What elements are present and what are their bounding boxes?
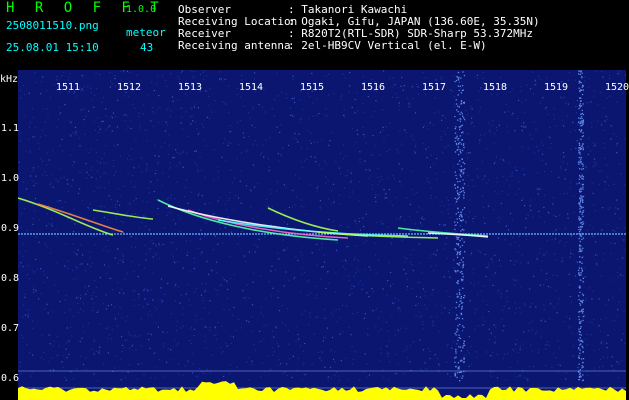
x-tick-label: 1512 [117,82,142,93]
x-tick-label: 1520 [605,82,629,93]
app-version: 1.0.0 [126,4,157,15]
x-tick-label: 1511 [56,82,81,93]
detection-count: 43 [140,41,154,54]
y-tick-label: 0.9 [1,223,20,234]
spectrogram-canvas [17,70,627,400]
capture-datetime: 25.08.01 15:10 [6,41,99,54]
detection-label: meteor [126,26,166,39]
x-axis-labels: 1511 1512 1513 1514 1515 1516 1517 1518 1519 1520 [18,82,629,94]
x-tick-label: 1513 [178,82,203,93]
y-tick-label: 1.0 [1,173,20,184]
y-tick-label: 0.7 [1,323,20,334]
x-tick-label: 1514 [239,82,264,93]
spectrogram-plot [17,70,627,400]
y-tick-label: 0.8 [1,273,20,284]
x-tick-label: 1518 [483,82,508,93]
y-tick-label: 1.1 [1,123,20,134]
x-tick-label: 1517 [422,82,447,93]
x-tick-label: 1515 [300,82,325,93]
unit-label: kHz [0,74,19,85]
spectrogram-screen: H R O F F T 1.0.0 2508011510.png meteor … [0,0,629,400]
x-tick-label: 1519 [544,82,569,93]
image-filename: 2508011510.png [6,19,99,32]
meta-row-antenna: Receiving antenna: 2el-HB9CV Vertical (e… [178,39,487,52]
x-tick-label: 1516 [361,82,386,93]
y-tick-label: 0.6 [1,373,20,384]
